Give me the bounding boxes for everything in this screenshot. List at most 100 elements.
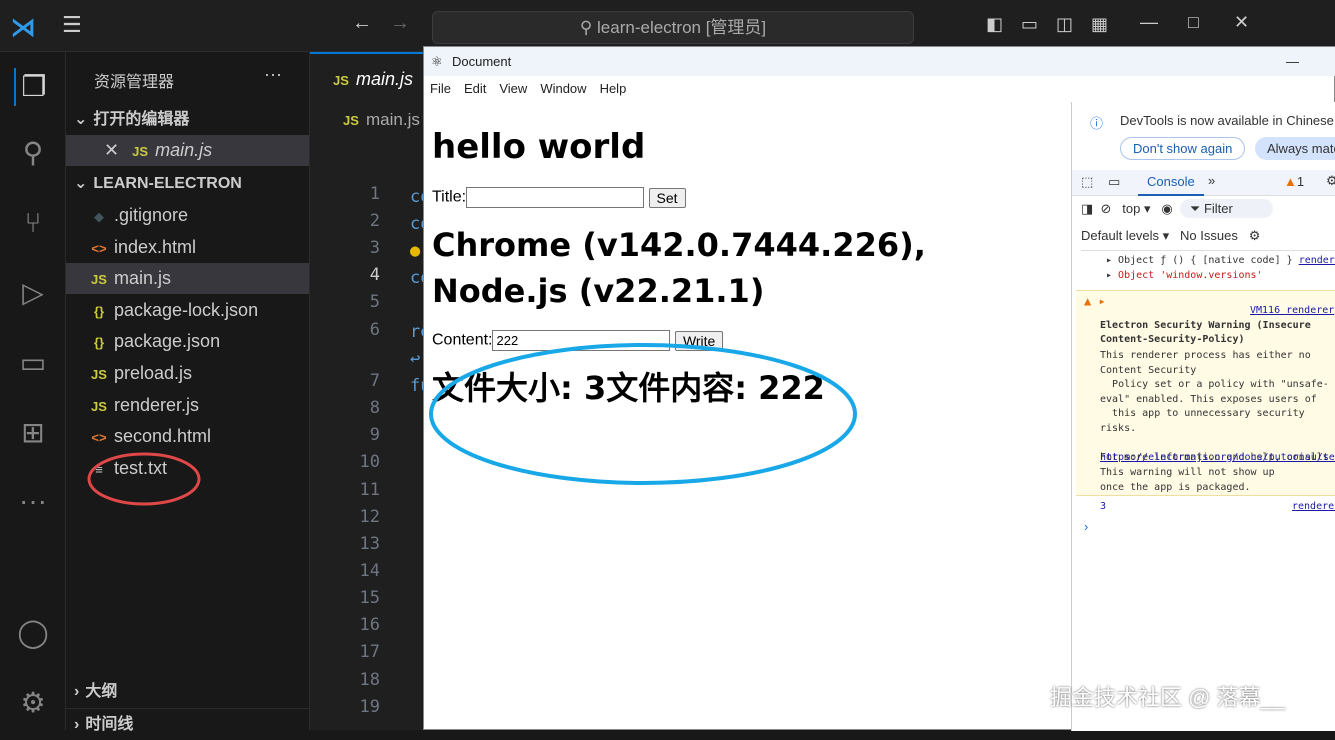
file-name: renderer.js [114,394,200,415]
more-actions-icon[interactable]: ··· [264,64,282,85]
search-icon[interactable]: ⚲ [14,134,52,172]
electron-titlebar: ⚛ Document — [424,47,1335,76]
settings-gear-icon[interactable]: ⚙ [1326,173,1335,189]
file-item[interactable]: <> index.html [66,232,309,263]
open-editor-label: main.js [155,140,213,160]
file-item[interactable]: JS preload.js [66,358,309,389]
file-name: main.js [114,268,172,289]
warning-source-link[interactable]: VM116 renderer [1250,305,1334,316]
line-number: 3 [369,238,380,258]
line-number: 11 [359,480,380,500]
tab-console[interactable]: Console [1138,170,1204,196]
outline-section[interactable]: › 大纲 [66,676,309,707]
project-header[interactable]: ⌄ LEARN-ELECTRON [66,168,309,199]
more-icon[interactable]: ··· [14,482,52,520]
more-tabs-icon[interactable]: » [1208,173,1215,188]
console-settings-icon[interactable]: ⚙ [1249,228,1261,243]
editor-tab-label: main.js [356,69,414,89]
open-editors-header[interactable]: ⌄ 打开的编辑器 [66,104,309,135]
js-file-icon: JS [132,144,149,159]
clear-console-icon[interactable]: ⊘ [1101,201,1112,216]
line-number: 10 [359,452,380,472]
remote-explorer-icon[interactable]: ▭ [14,344,52,382]
title-input[interactable] [466,187,645,208]
project-label: LEARN-ELECTRON [93,175,242,192]
editor-area: JS main.js JS main.js 1 2 3 4 5 6 7 8 9 10 11 12 13 14 1… [310,52,430,730]
settings-gear-icon[interactable]: ⚙ [14,684,52,722]
file-item[interactable]: {} package-lock.json [66,295,309,326]
log3-source-link[interactable]: renderer [1292,501,1335,512]
inspect-icon[interactable]: ⬚ [1081,174,1093,190]
js-file-icon: JS [343,113,359,128]
layout-icons[interactable]: ◧▭◫▦ [986,14,1126,35]
log1-source-link[interactable]: renderer [1299,255,1335,266]
back-icon[interactable]: ← [352,12,372,35]
line-number: 5 [369,292,380,312]
timeline-section[interactable]: › 时间线 [66,708,309,739]
line-number: 8 [369,398,380,418]
menu-edit[interactable]: Edit [464,81,486,96]
levels-select[interactable]: Default levels ▾ [1081,228,1169,243]
console-log-3: 3 [1100,501,1107,512]
dont-show-again-button[interactable]: Don't show again [1120,137,1246,160]
maximize-icon[interactable]: □ [1188,12,1199,33]
warning-icon[interactable]: ▲1 [1284,174,1304,189]
menu-file[interactable]: File [430,81,451,96]
open-editor-item[interactable]: ✕ JS main.js [66,135,309,166]
set-button[interactable]: Set [648,187,686,208]
menu-window[interactable]: Window [540,81,586,96]
html-file-icon: <> [91,240,107,256]
file-item[interactable]: ◆ .gitignore [66,200,309,231]
sidebar-toggle-icon[interactable]: ◨ [1081,201,1093,216]
issues-button[interactable]: No Issues [1180,228,1238,243]
warning-body: This renderer process has either no Cont… [1100,350,1329,463]
explorer-icon[interactable]: ❐ [14,68,52,106]
device-toggle-icon[interactable]: ▭ [1108,174,1120,190]
line-number: 16 [359,615,380,635]
title-label: Title: [432,188,467,206]
file-name: package.json [114,331,221,352]
minimize-icon[interactable]: — [1286,47,1299,76]
activity-bar: ❐ ⚲ ⑂ ▷ ▭ ⊞ ··· ◯ ⚙ [0,52,66,730]
git-file-icon: ◆ [94,209,104,224]
json-file-icon: {} [93,335,105,351]
close-icon[interactable]: ✕ [1234,12,1249,33]
line-number: 14 [359,561,380,581]
breadcrumb[interactable]: JS main.js [340,110,420,130]
account-icon[interactable]: ◯ [14,614,52,652]
file-name: preload.js [114,363,193,383]
run-debug-icon[interactable]: ▷ [14,274,52,312]
always-match-button[interactable]: Always match [1255,137,1335,160]
menu-icon[interactable]: ☰ [62,12,82,38]
extensions-icon[interactable]: ⊞ [14,414,52,452]
context-select[interactable]: top ▾ [1122,201,1150,216]
console-prompt-icon[interactable]: › [1084,519,1088,534]
window-title: Document [452,54,512,69]
forward-icon[interactable]: → [390,12,410,35]
open-editors-label: 打开的编辑器 [93,111,190,128]
blue-annotation-ellipse [429,343,857,485]
file-item[interactable]: <> second.html [66,421,309,452]
file-name: .gitignore [114,205,189,225]
electron-window: ⚛ Document — File Edit View Window Help hello … [423,46,1335,731]
eye-icon[interactable]: ◉ [1161,201,1172,216]
minimize-icon[interactable]: — [1140,12,1158,33]
line-number: 18 [359,670,380,690]
file-item[interactable]: JS main.js [66,263,309,295]
source-control-icon[interactable]: ⑂ [14,204,52,242]
console-log-1: ▸ Object ƒ () { [native code] } renderer [1106,255,1335,266]
file-item[interactable]: {} package.json [66,326,309,357]
command-center-search[interactable]: ⚲ learn-electron [管理员] [432,11,914,44]
breadcrumb-label: main.js [366,110,420,129]
security-warning: ▲ ▸ VM116 renderer Electron Security War… [1076,290,1335,496]
filter-input[interactable]: ⏷ Filter [1179,199,1273,218]
file-item[interactable]: JS renderer.js [66,390,309,421]
menu-help[interactable]: Help [600,81,627,96]
outline-label: 大纲 [85,683,118,700]
console-log-2: ▸ Object 'window.versions' [1106,270,1263,281]
editor-tab[interactable]: JS main.js [310,52,423,104]
close-editor-icon[interactable]: ✕ [104,140,119,160]
menu-view[interactable]: View [499,81,527,96]
line-number: 13 [359,534,380,554]
security-docs-link[interactable]: https://electronjs.org/docs/tutorial/sec… [1100,452,1335,463]
